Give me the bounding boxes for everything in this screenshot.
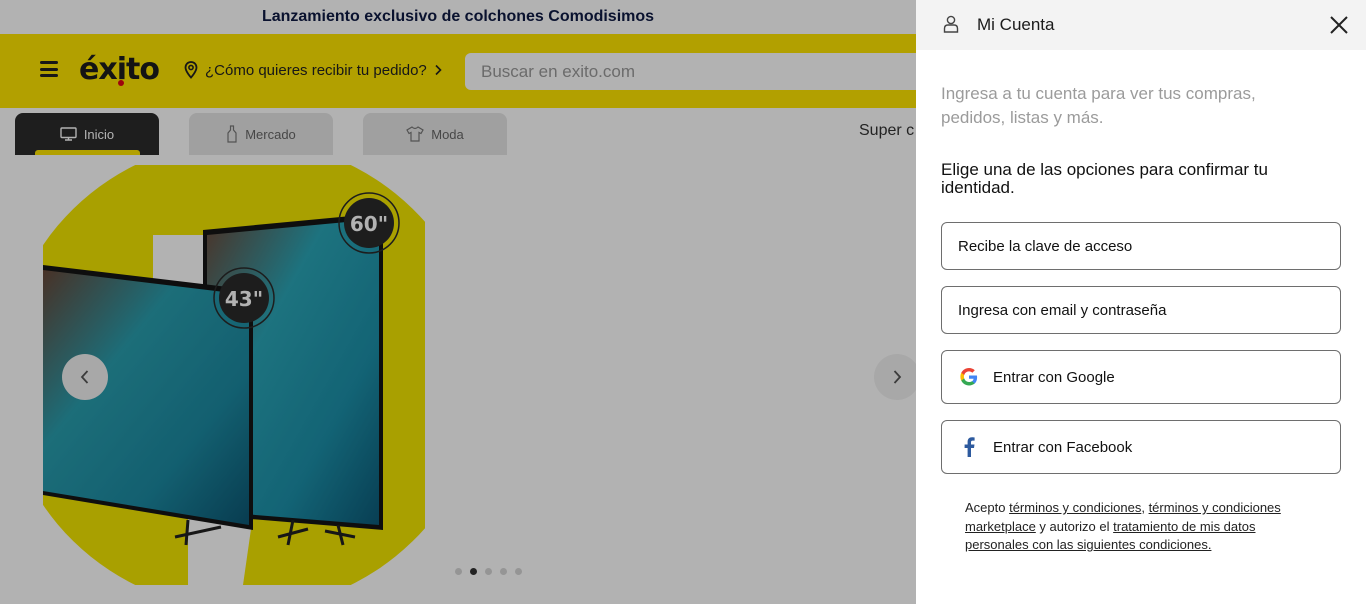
facebook-icon — [959, 437, 979, 457]
email-login-button[interactable]: Ingresa con email y contraseña — [941, 286, 1341, 334]
button-label: Recibe la clave de acceso — [958, 237, 1133, 255]
legal-prefix: Acepto — [965, 500, 1010, 515]
legal-text: Acepto términos y condiciones, términos … — [965, 499, 1310, 555]
account-panel: Mi Cuenta Ingresa a tu cuenta para ver t… — [916, 0, 1366, 604]
legal-middle: y autorizo el — [1035, 518, 1114, 534]
modal-backdrop[interactable] — [0, 0, 916, 604]
legal-separator: , — [1141, 500, 1149, 515]
button-label: Entrar con Google — [993, 368, 1115, 386]
button-label: Ingresa con email y contraseña — [958, 301, 1167, 319]
panel-intro: Ingresa a tu cuenta para ver tus compras… — [941, 84, 1256, 127]
user-icon — [943, 15, 959, 33]
panel-subtitle: Elige una de las opciones para confirmar… — [941, 160, 1268, 197]
terms-link[interactable]: términos y condiciones — [1009, 500, 1141, 515]
google-login-button[interactable]: Entrar con Google — [941, 350, 1341, 404]
google-icon — [959, 368, 979, 386]
panel-title: Mi Cuenta — [977, 15, 1055, 34]
facebook-login-button[interactable]: Entrar con Facebook — [941, 420, 1341, 474]
close-icon[interactable] — [1328, 14, 1350, 36]
panel-header: Mi Cuenta — [916, 0, 1366, 50]
button-label: Entrar con Facebook — [993, 438, 1133, 456]
access-code-button[interactable]: Recibe la clave de acceso — [941, 222, 1341, 270]
